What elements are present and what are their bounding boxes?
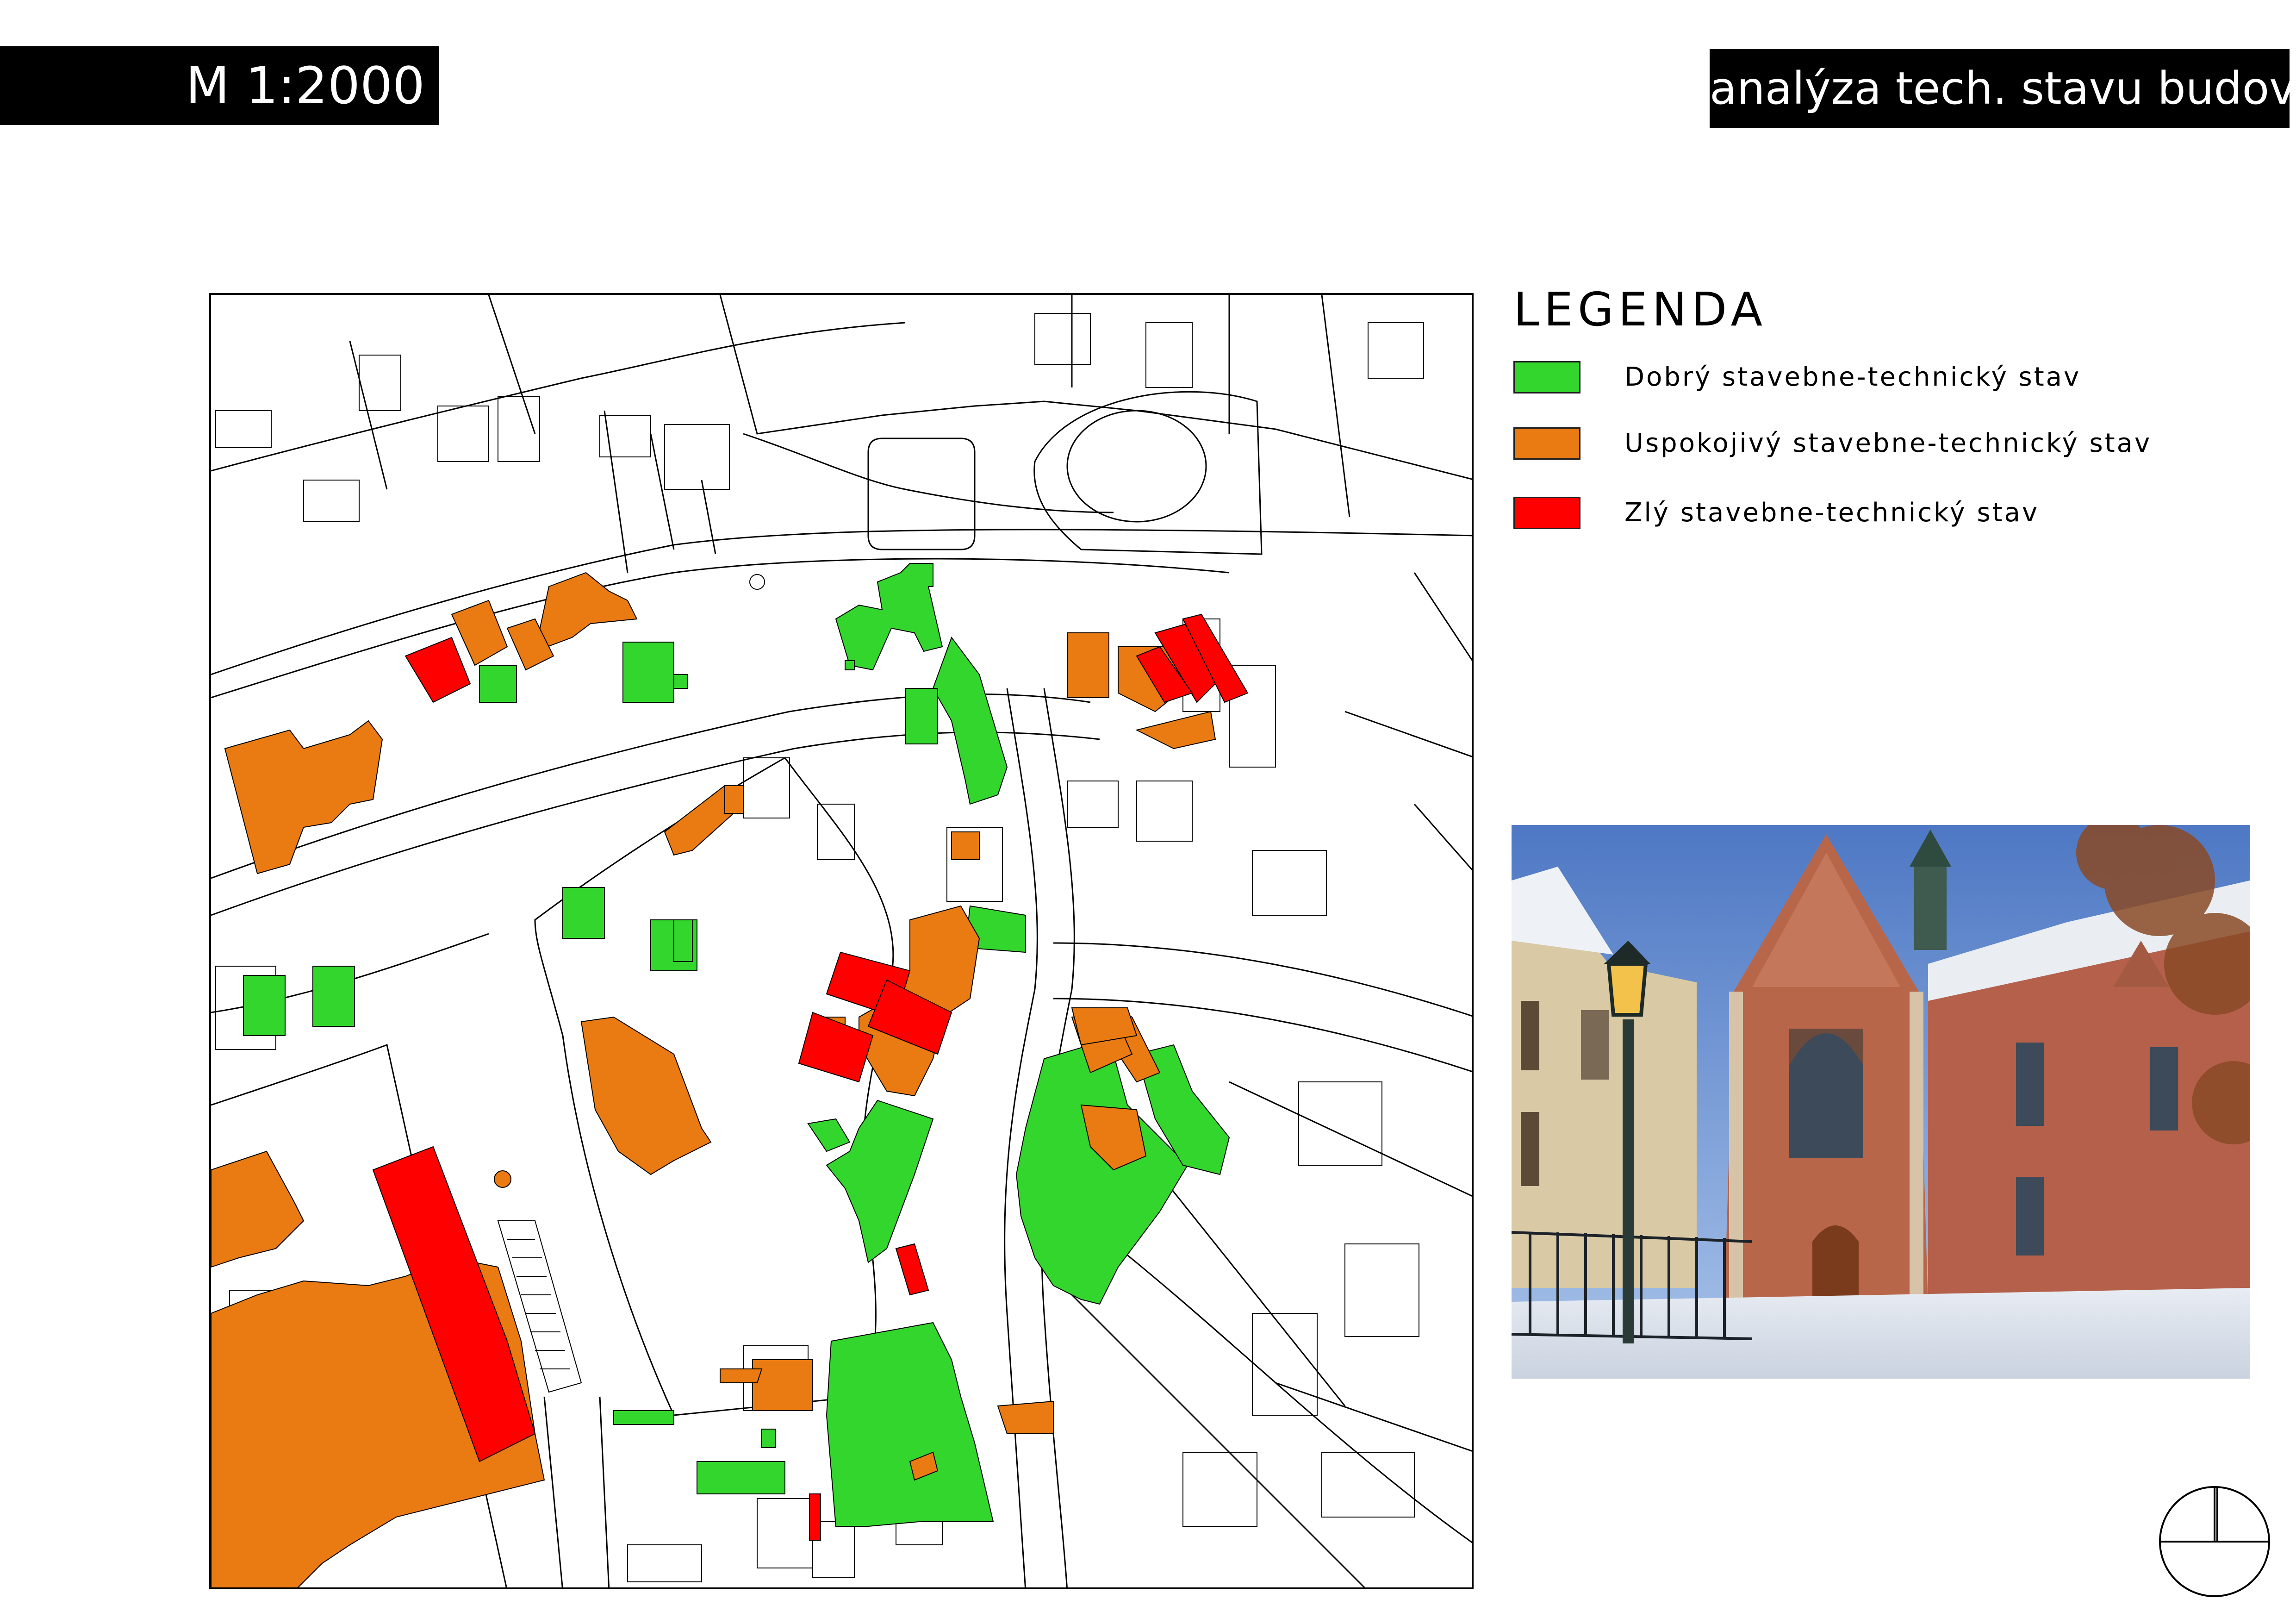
site-map — [209, 293, 1474, 1589]
north-arrow-icon — [2157, 1484, 2272, 1601]
map-scale-label: M 1:2000 — [0, 46, 439, 125]
church-photo — [1512, 825, 2250, 1379]
legend-label-satisfactory: Uspokojivý stavebne-technický stav — [1624, 428, 2152, 458]
legend-title: LEGENDA — [1513, 282, 1767, 337]
legend-swatch-poor — [1513, 497, 1580, 529]
legend-label-poor: Zlý stavebne-technický stav — [1624, 498, 2040, 528]
legend-swatch-satisfactory — [1513, 427, 1580, 460]
page-title: analýza tech. stavu budov — [1710, 49, 2296, 128]
legend-swatch-good — [1513, 361, 1580, 394]
legend-label-good: Dobrý stavebne-technický stav — [1624, 362, 2081, 392]
